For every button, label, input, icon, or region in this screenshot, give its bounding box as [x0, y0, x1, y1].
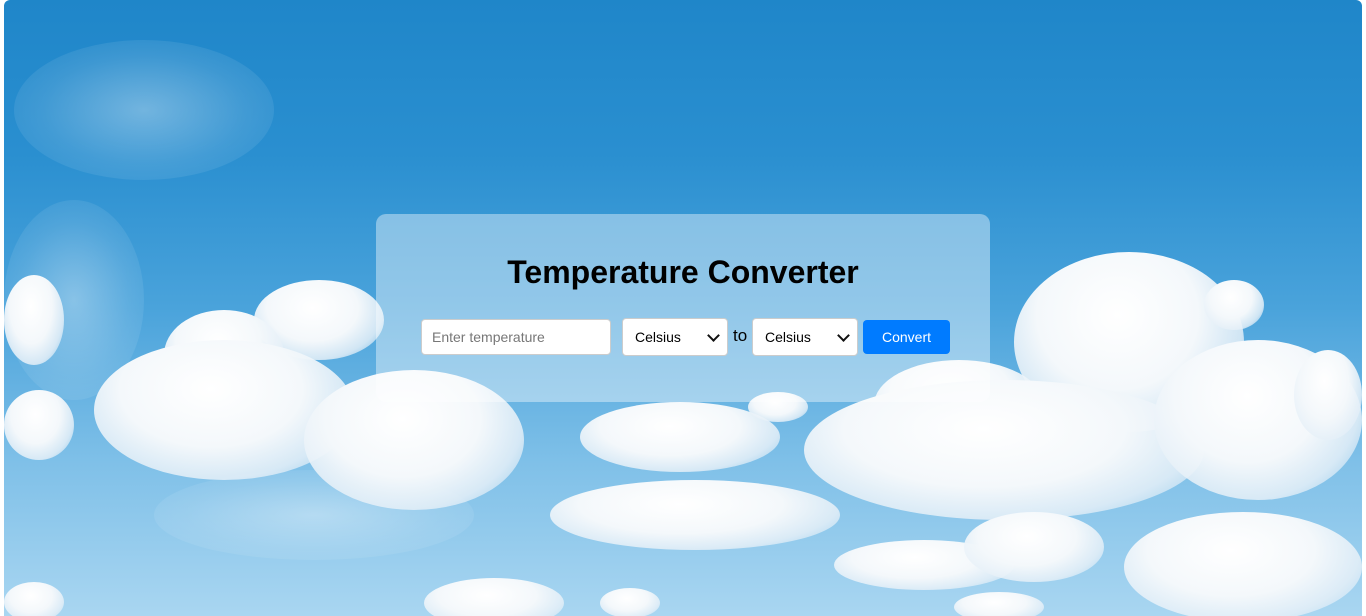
cloud: [4, 275, 64, 365]
page-title: Temperature Converter: [507, 254, 859, 290]
cloud: [424, 578, 564, 616]
cloud: [1204, 280, 1264, 330]
cloud: [4, 582, 64, 616]
from-unit-value: Celsius: [635, 329, 681, 345]
cloud: [4, 390, 74, 460]
to-unit-value: Celsius: [765, 329, 811, 345]
to-unit-select[interactable]: Celsius: [752, 318, 858, 356]
page-viewport: Temperature Converter Celsius to Celsius…: [4, 0, 1362, 616]
cloud: [1124, 512, 1362, 616]
to-label: to: [733, 326, 748, 345]
temperature-input[interactable]: [421, 319, 611, 355]
chevron-down-icon: [707, 328, 720, 342]
chevron-down-icon: [837, 328, 850, 342]
cloud: [550, 480, 840, 550]
cloud: [954, 592, 1044, 616]
convert-button[interactable]: Convert: [863, 320, 950, 354]
cloud: [600, 588, 660, 616]
wisp-cloud: [14, 40, 274, 180]
cloud: [1294, 350, 1362, 440]
cloud: [964, 512, 1104, 582]
converter-panel: Temperature Converter Celsius to Celsius…: [376, 214, 990, 402]
from-unit-select[interactable]: Celsius: [622, 318, 728, 356]
